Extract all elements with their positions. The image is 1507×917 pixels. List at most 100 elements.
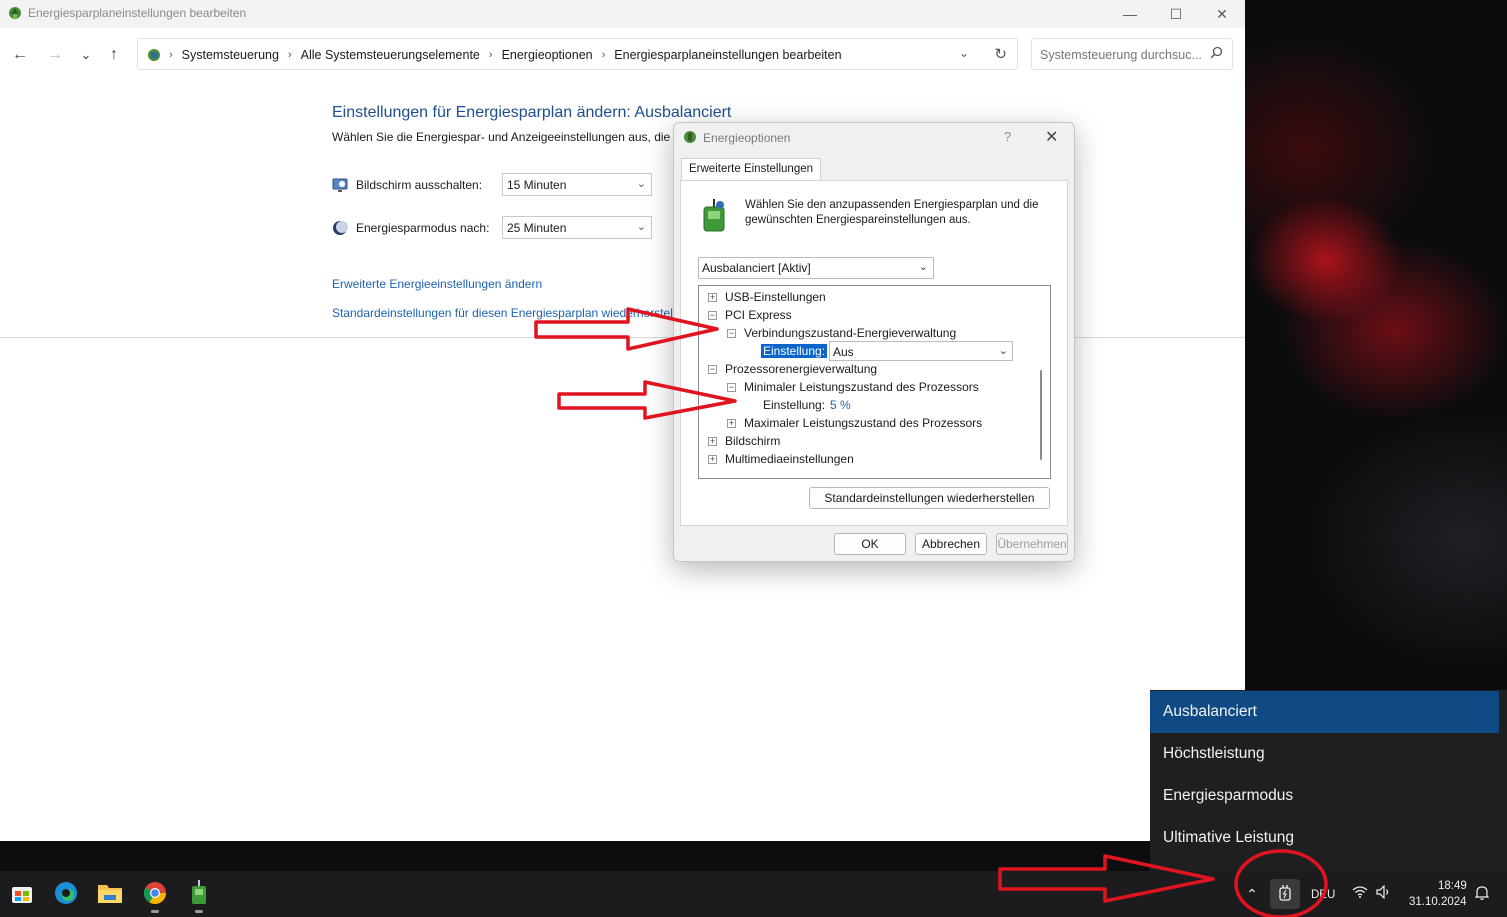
refresh-icon[interactable]: ↻ xyxy=(994,45,1007,63)
sleep-value: 25 Minuten xyxy=(507,221,567,235)
setting-label-selected: Einstellung: xyxy=(761,344,828,358)
dialog-close-button[interactable]: ✕ xyxy=(1045,127,1058,147)
plug-icon xyxy=(1277,884,1293,905)
tree-item-min-state-setting[interactable]: Einstellung: 5 % xyxy=(763,396,851,414)
power-options-dialog: Energieoptionen ? ✕ Erweiterte Einstellu… xyxy=(673,122,1075,562)
page-title: Einstellungen für Energiesparplan ändern… xyxy=(332,104,732,121)
taskbar-chrome-app[interactable] xyxy=(141,880,169,913)
notification-bell-icon[interactable] xyxy=(1474,885,1490,904)
control-panel-icon xyxy=(146,47,162,63)
taskbar-explorer-app[interactable] xyxy=(96,880,124,908)
battery-plug-icon xyxy=(188,879,210,909)
forward-button[interactable]: → xyxy=(44,44,66,66)
address-bar[interactable]: › Systemsteuerung › Alle Systemsteuerung… xyxy=(137,38,1018,70)
power-options-icon xyxy=(7,5,23,24)
display-off-value: 15 Minuten xyxy=(507,178,567,192)
plan-value: Ausbalanciert [Aktiv] xyxy=(702,261,811,275)
ok-button[interactable]: OK xyxy=(834,533,906,555)
wifi-icon[interactable] xyxy=(1352,885,1368,902)
title-bar[interactable]: Energiesparplaneinstellungen bearbeiten … xyxy=(0,0,1245,28)
link-state-select[interactable]: Aus ⌄ xyxy=(829,341,1013,361)
restore-defaults-button[interactable]: Standardeinstellungen wiederherstellen xyxy=(809,487,1050,509)
cancel-button[interactable]: Abbrechen xyxy=(915,533,987,555)
battery-plug-icon xyxy=(698,199,730,236)
restore-defaults-link[interactable]: Standardeinstellungen für diesen Energie… xyxy=(332,306,674,320)
power-options-icon xyxy=(682,129,698,148)
tree-item-min-state[interactable]: − Minimaler Leistungszustand des Prozess… xyxy=(727,378,979,396)
tree-label: Minimaler Leistungszustand des Prozessor… xyxy=(744,380,979,394)
tab-advanced-settings[interactable]: Erweiterte Einstellungen xyxy=(681,158,822,180)
language-indicator[interactable]: DEU xyxy=(1311,889,1335,901)
chevron-right-icon: › xyxy=(287,49,292,61)
taskbar-power-options-app[interactable] xyxy=(185,879,213,913)
battery-tray-button[interactable] xyxy=(1270,879,1300,909)
dialog-title: Energieoptionen xyxy=(703,131,791,145)
power-mode-flyout: Ausbalanciert Höchstleistung Energiespar… xyxy=(1150,690,1507,871)
monitor-icon xyxy=(332,177,348,193)
close-button[interactable]: ✕ xyxy=(1199,0,1245,28)
flyout-item-ultimate-performance[interactable]: Ultimative Leistung xyxy=(1150,817,1507,859)
expand-icon[interactable]: + xyxy=(708,292,717,302)
collapse-icon[interactable]: − xyxy=(727,328,736,338)
settings-tree[interactable]: + USB-Einstellungen − PCI Express − Verb… xyxy=(698,285,1051,479)
collapse-icon[interactable]: − xyxy=(708,310,717,320)
tree-item-link-state[interactable]: − Verbindungszustand-Energieverwaltung xyxy=(727,324,956,342)
collapse-icon[interactable]: − xyxy=(708,364,717,374)
folder-icon xyxy=(97,882,123,907)
link-state-value: Aus xyxy=(833,345,854,359)
plan-select[interactable]: Ausbalanciert [Aktiv] ⌄ xyxy=(698,257,934,279)
recent-locations-button[interactable]: ⌄ xyxy=(75,44,97,66)
expand-icon[interactable]: + xyxy=(708,454,717,464)
breadcrumb-systemsteuerung[interactable]: Systemsteuerung xyxy=(182,48,279,62)
expand-icon[interactable]: + xyxy=(708,436,717,446)
minimize-button[interactable]: — xyxy=(1107,0,1153,28)
tree-item-link-state-setting[interactable]: Einstellung: xyxy=(761,342,828,360)
flyout-item-balanced[interactable]: Ausbalanciert xyxy=(1150,691,1499,733)
collapse-icon[interactable]: − xyxy=(727,382,736,392)
tree-label: Maximaler Leistungszustand des Prozessor… xyxy=(744,416,983,430)
tree-label: PCI Express xyxy=(725,308,792,322)
edge-icon xyxy=(53,880,79,909)
help-button[interactable]: ? xyxy=(1004,129,1011,144)
breadcrumb-edit-plan[interactable]: Energiesparplaneinstellungen bearbeiten xyxy=(614,48,841,62)
flyout-item-high-performance[interactable]: Höchstleistung xyxy=(1150,733,1507,775)
tree-item-display[interactable]: + Bildschirm xyxy=(708,432,780,450)
tree-item-processor[interactable]: − Prozessorenergieverwaltung xyxy=(708,360,877,378)
apply-button[interactable]: Übernehmen xyxy=(996,533,1068,555)
tree-item-pci-express[interactable]: − PCI Express xyxy=(708,306,792,324)
back-button[interactable]: ← xyxy=(9,44,31,66)
dialog-intro: Wählen Sie den anzupassenden Energiespar… xyxy=(745,199,1039,226)
tree-item-max-state[interactable]: + Maximaler Leistungszustand des Prozess… xyxy=(727,414,982,432)
breadcrumb: › Systemsteuerung › Alle Systemsteuerung… xyxy=(146,47,842,63)
tree-scrollbar[interactable] xyxy=(1040,370,1042,460)
tree-label: USB-Einstellungen xyxy=(725,290,826,304)
tree-label: Verbindungszustand-Energieverwaltung xyxy=(744,326,957,340)
chevron-down-icon[interactable]: ⌄ xyxy=(959,46,969,60)
expand-icon[interactable]: + xyxy=(727,418,736,428)
tree-item-usb[interactable]: + USB-Einstellungen xyxy=(708,288,826,306)
min-state-value[interactable]: 5 % xyxy=(830,398,851,412)
page-subtitle: Wählen Sie die Energiespar- und Anzeigee… xyxy=(332,130,674,144)
chevron-down-icon: ⌄ xyxy=(998,345,1008,357)
search-icon xyxy=(1210,46,1223,62)
address-row: ← → ⌄ ↑ › Systemsteuerung › Alle Systems… xyxy=(0,28,1245,80)
sleep-select[interactable]: 25 Minuten ⌄ xyxy=(502,216,652,239)
show-hidden-icons-button[interactable]: ⌃ xyxy=(1239,880,1265,908)
display-off-select[interactable]: 15 Minuten ⌄ xyxy=(502,173,652,196)
flyout-item-power-saver[interactable]: Energiesparmodus xyxy=(1150,775,1507,817)
tree-label: Bildschirm xyxy=(725,434,781,448)
maximize-button[interactable]: ☐ xyxy=(1153,0,1199,28)
advanced-settings-link[interactable]: Erweiterte Energieeinstellungen ändern xyxy=(332,277,542,291)
breadcrumb-power-options[interactable]: Energieoptionen xyxy=(502,48,593,62)
up-button[interactable]: ↑ xyxy=(103,44,125,66)
taskbar-store-app[interactable] xyxy=(8,880,36,908)
breadcrumb-all-items[interactable]: Alle Systemsteuerungselemente xyxy=(301,48,480,62)
store-icon xyxy=(10,881,34,908)
tree-item-multimedia[interactable]: + Multimediaeinstellungen xyxy=(708,450,854,468)
search-input[interactable]: Systemsteuerung durchsuc... xyxy=(1031,38,1233,70)
clock-time[interactable]: 18:49 xyxy=(1438,880,1467,892)
clock-date[interactable]: 31.10.2024 xyxy=(1409,896,1467,908)
running-indicator xyxy=(195,910,203,913)
taskbar-edge-app[interactable] xyxy=(52,880,80,908)
volume-icon[interactable] xyxy=(1376,884,1392,902)
